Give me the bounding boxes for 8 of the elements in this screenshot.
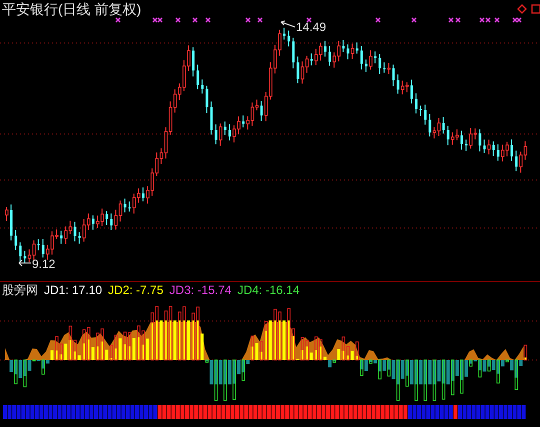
chart-title: 平安银行(日线 前复权)	[2, 1, 142, 17]
high-price-label: 14.49	[296, 20, 326, 34]
indicator-value: JD4: -16.14	[237, 282, 300, 296]
low-price-label: 9.12	[32, 257, 56, 271]
indicator-value: JD3: -15.74	[169, 282, 232, 296]
indicator-value: JD1: 17.10	[44, 282, 102, 296]
indicator-name: 股旁网	[2, 282, 38, 296]
indicator-value: JD2: -7.75	[108, 282, 164, 296]
